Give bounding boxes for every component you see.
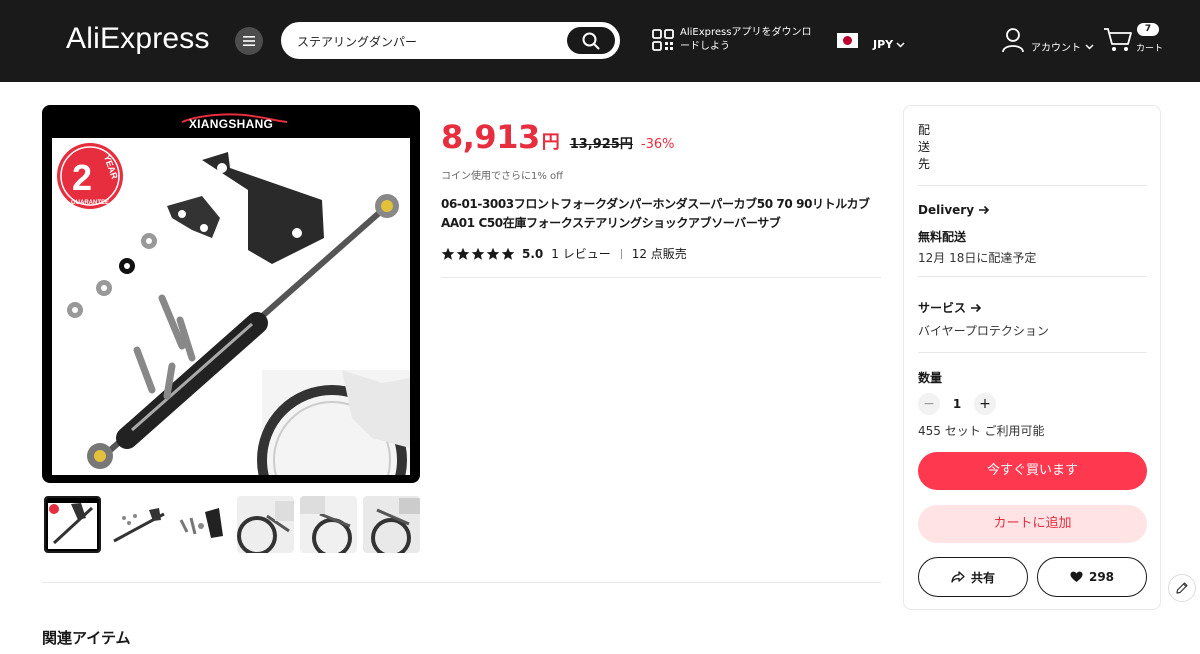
main-product-image[interactable]: XIANGSHANG 2 YEAR GUARANTEE	[42, 105, 420, 483]
search-button[interactable]	[567, 27, 615, 54]
cart-icon[interactable]	[1103, 27, 1133, 53]
search-bar	[281, 22, 620, 59]
brand-logo: XIANGSHANG	[162, 113, 300, 135]
thumbnail-1[interactable]	[44, 496, 101, 553]
badge-guarantee: GUARANTEE	[71, 200, 109, 206]
currency-selector[interactable]: JPY	[873, 38, 905, 51]
star-rating	[441, 247, 515, 261]
price-block: 8,913 円 13,925円 -36%	[441, 118, 674, 156]
app-download-link[interactable]: AliExpressアプリをダウンロードしよう	[680, 26, 820, 54]
japan-flag-icon[interactable]	[837, 33, 858, 48]
quantity-stepper: − 1 +	[918, 393, 996, 415]
service-title: サービス	[918, 301, 967, 315]
original-price: 13,925円	[569, 137, 633, 152]
chevron-down-icon	[896, 41, 905, 48]
thumbnail-6[interactable]	[363, 496, 420, 553]
thumbnail-4[interactable]	[237, 496, 294, 553]
chevron-down-icon	[1085, 43, 1094, 50]
pencil-icon	[1176, 582, 1188, 594]
share-button[interactable]: 共有	[918, 557, 1028, 597]
product-photo: 2 YEAR GUARANTEE	[52, 138, 410, 483]
divider	[42, 582, 881, 583]
sold-count: 12 点販売	[631, 247, 687, 261]
free-shipping: 無料配送	[918, 230, 967, 244]
heart-icon	[1070, 571, 1083, 582]
quantity-title: 数量	[918, 371, 943, 385]
divider	[918, 352, 1147, 353]
ship-to-selector[interactable]: 配送先	[918, 122, 934, 173]
wishlist-count: 298	[1088, 570, 1115, 584]
rating-value: 5.0	[522, 246, 544, 261]
stock-note: 455 セット ご利用可能	[918, 424, 1045, 438]
coin-discount-note: コイン使用でさらに1% off	[441, 171, 564, 182]
star-icon	[486, 247, 500, 260]
top-header: AliExpress AliExpressアプリをダウンロードしよう JPY	[0, 0, 1200, 82]
wishlist-button[interactable]: 298	[1037, 557, 1147, 597]
thumbnail-3[interactable]	[173, 496, 230, 553]
brand-name: XIANGSHANG	[188, 117, 274, 131]
star-icon	[456, 247, 470, 260]
badge-number: 2	[72, 157, 92, 198]
add-to-cart-button[interactable]: カートに追加	[918, 505, 1147, 543]
share-label: 共有	[970, 570, 995, 585]
thumbnail-strip	[42, 496, 422, 554]
arrow-right-icon	[979, 205, 990, 215]
star-icon	[471, 247, 485, 260]
delivery-title: Delivery	[918, 203, 975, 217]
discount-badge: -36%	[640, 137, 675, 152]
hamburger-icon	[243, 36, 255, 46]
separator	[620, 248, 622, 259]
steering-damper-photo: 2 YEAR GUARANTEE	[57, 143, 410, 483]
search-input[interactable]	[297, 31, 567, 51]
account-icon[interactable]	[1001, 27, 1025, 53]
delivery-link[interactable]: Delivery	[918, 203, 990, 217]
rating-row: 5.0 1 レビュー 12 点販売	[441, 245, 687, 262]
thumbnail-5[interactable]	[300, 496, 357, 553]
aliexpress-logo[interactable]: AliExpress	[66, 22, 210, 56]
delivery-date: 12月 18日に配達予定	[918, 251, 1037, 265]
cart-label[interactable]: カート	[1136, 41, 1163, 54]
divider	[918, 276, 1147, 277]
product-title: 06-01-3003フロントフォークダンパーホンダスーパーカブ50 70 90リ…	[441, 197, 870, 230]
account-label: アカウント	[1031, 43, 1081, 54]
current-price: 8,913	[441, 118, 540, 156]
divider	[441, 277, 881, 278]
quantity-decrease-button[interactable]: −	[918, 393, 940, 415]
divider	[918, 185, 1147, 186]
star-icon	[441, 247, 455, 260]
currency-label: JPY	[873, 38, 894, 51]
categories-menu-button[interactable]	[235, 27, 263, 55]
price-unit: 円	[541, 132, 560, 153]
service-link[interactable]: サービス	[918, 299, 982, 316]
purchase-panel: 配送先 Delivery 無料配送 12月 18日に配達予定 サービス バイヤー…	[903, 105, 1161, 610]
feedback-button[interactable]	[1168, 574, 1196, 602]
star-icon	[501, 247, 515, 260]
reviews-link[interactable]: 1 レビュー	[551, 245, 610, 262]
arrow-right-icon	[971, 303, 982, 312]
quantity-increase-button[interactable]: +	[974, 393, 996, 415]
quantity-value[interactable]: 1	[940, 397, 974, 411]
account-menu[interactable]: アカウント	[1031, 39, 1094, 54]
qr-code-icon[interactable]	[652, 29, 674, 51]
thumbnail-2[interactable]	[109, 496, 166, 553]
search-icon	[582, 32, 600, 49]
buyer-protection: バイヤープロテクション	[918, 324, 1049, 338]
cart-count-badge: 7	[1137, 23, 1159, 36]
related-items-heading: 関連アイテム	[42, 629, 131, 647]
buy-now-button[interactable]: 今すぐ買います	[918, 452, 1147, 490]
share-icon	[951, 571, 965, 583]
